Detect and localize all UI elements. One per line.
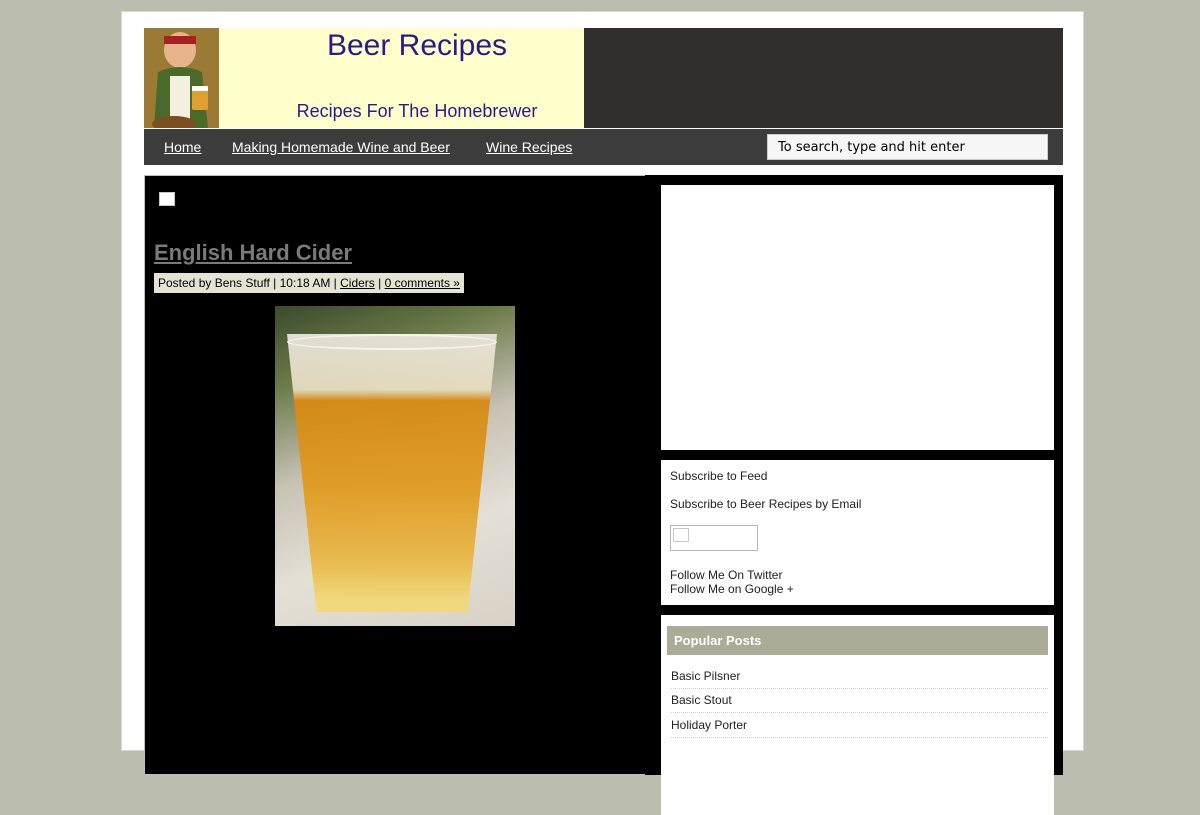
post-meta: Posted by Bens Stuff | 10:18 AM | Ciders… (154, 273, 464, 293)
subscribe-widget: Subscribe to Feed Subscribe to Beer Reci… (661, 460, 1054, 605)
site-tagline: Recipes For The Homebrewer (296, 101, 538, 121)
popular-post-item[interactable]: Basic Pilsner (671, 669, 1048, 689)
search-input[interactable] (767, 134, 1048, 160)
cider-glass-shape (287, 334, 497, 612)
broken-image-icon (159, 192, 175, 206)
header-banner[interactable]: Beer Recipes Recipes For The Homebrewer (144, 28, 584, 128)
subscribe-email-link[interactable]: Subscribe to Beer Recipes by Email (670, 497, 861, 511)
popular-post-item[interactable]: Basic Stout (671, 693, 1048, 713)
follow-google-link[interactable]: Follow Me on Google + (670, 582, 794, 596)
ad-placeholder (661, 185, 1054, 450)
monk-logo-image (144, 28, 219, 128)
cider-glass-rim (287, 334, 497, 350)
post-category-link[interactable]: Ciders (340, 276, 375, 290)
nav-wine-recipes-link[interactable]: Wine Recipes (486, 139, 572, 155)
post-meta-separator: | (374, 276, 385, 290)
main-content: English Hard Cider Posted by Bens Stuff … (144, 175, 646, 775)
post-comments-link[interactable]: 0 comments » (385, 276, 460, 290)
follow-twitter-link[interactable]: Follow Me On Twitter (670, 568, 782, 582)
nav-making-wine-beer-link[interactable]: Making Homemade Wine and Beer (232, 139, 450, 155)
site-title[interactable]: Beer Recipes (264, 28, 570, 64)
post-title-link[interactable]: English Hard Cider (154, 240, 352, 266)
feed-badge-image[interactable] (670, 525, 758, 551)
post-meta-author-time: Posted by Bens Stuff | 10:18 AM | (158, 276, 341, 290)
site-header: Beer Recipes Recipes For The Homebrewer (144, 28, 1063, 128)
popular-post-item[interactable]: Holiday Porter (671, 718, 1048, 738)
popular-posts-widget: Popular Posts Basic Pilsner Basic Stout … (661, 615, 1054, 815)
popular-posts-title: Popular Posts (667, 626, 1048, 655)
page-container: Beer Recipes Recipes For The Homebrewer … (121, 11, 1084, 815)
nav-bar: Home Making Homemade Wine and Beer Wine … (144, 129, 1063, 165)
sidebar: Subscribe to Feed Subscribe to Beer Reci… (645, 175, 1063, 815)
cider-glass-photo (275, 306, 515, 626)
nav-home-link[interactable]: Home (164, 139, 201, 155)
subscribe-feed-link[interactable]: Subscribe to Feed (670, 469, 767, 483)
